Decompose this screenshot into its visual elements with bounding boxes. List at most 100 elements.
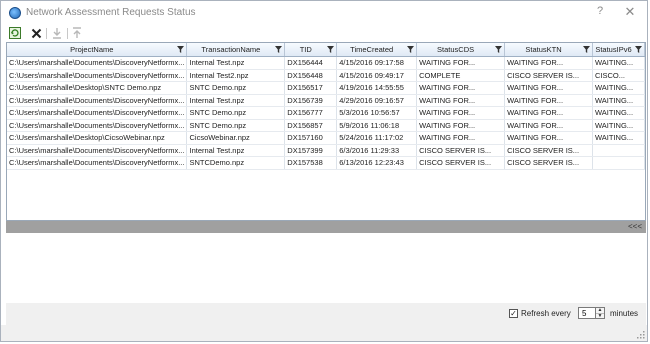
column-header-tid[interactable]: TID — [284, 43, 338, 57]
table-row[interactable]: C:\Users\marshalle\Documents\DiscoveryNe… — [7, 106, 645, 120]
network-globe-icon — [9, 7, 21, 19]
cell-tid: DX156517 — [284, 81, 338, 95]
cell-statuscds: CISCO SERVER IS... — [416, 144, 506, 157]
cell-statusipv6: CISCO... — [592, 69, 645, 82]
cell-transactionname: SNTC Demo.npz — [186, 119, 286, 132]
cell-transactionname: Internal Test.npz — [186, 94, 286, 107]
detail-panel — [6, 233, 646, 303]
cell-projectname: C:\Users\marshalle\Documents\DiscoveryNe… — [7, 156, 188, 170]
filter-icon[interactable] — [407, 46, 415, 53]
cell-tid: DX156739 — [284, 94, 338, 107]
column-header-statusipv6[interactable]: StatusIPv6 — [592, 43, 645, 57]
cell-statuscds: WAITING FOR... — [416, 119, 506, 132]
resize-grip-icon[interactable] — [637, 331, 645, 339]
cell-timecreated: 4/19/2016 14:55:55 — [336, 81, 418, 95]
cell-timecreated: 6/3/2016 11:29:33 — [336, 144, 418, 157]
status-strip — [1, 325, 647, 341]
cell-statuscds: WAITING FOR... — [416, 106, 506, 120]
cell-tid: DX157399 — [284, 144, 338, 157]
filter-icon[interactable] — [495, 46, 503, 53]
cell-timecreated: 5/3/2016 10:56:57 — [336, 106, 418, 120]
column-header-transactionname[interactable]: TransactionName — [186, 43, 286, 57]
cell-projectname: C:\Users\marshalle\Documents\DiscoveryNe… — [7, 94, 188, 107]
table-row[interactable]: C:\Users\marshalle\Documents\DiscoveryNe… — [7, 144, 645, 157]
cell-statuscds: WAITING FOR... — [416, 56, 506, 70]
table-row[interactable]: C:\Users\marshalle\Documents\DiscoveryNe… — [7, 69, 645, 82]
download-button[interactable] — [50, 26, 64, 40]
cell-statusipv6: WAITING... — [592, 106, 645, 120]
cell-projectname: C:\Users\marshalle\Desktop\SNTC Demo.npz — [7, 81, 188, 95]
table-row[interactable]: C:\Users\marshalle\Documents\DiscoveryNe… — [7, 56, 645, 70]
interval-stepper[interactable]: ▲ ▼ — [596, 307, 605, 319]
splitter-bar[interactable]: <<< — [6, 221, 646, 233]
cell-tid: DX157160 — [284, 131, 338, 145]
cell-projectname: C:\Users\marshalle\Documents\DiscoveryNe… — [7, 56, 188, 70]
cell-tid: DX156444 — [284, 56, 338, 70]
refresh-bar: ✓ Refresh every 5 ▲ ▼ minutes — [6, 303, 646, 325]
cell-statusktn: WAITING FOR... — [504, 131, 593, 145]
help-button[interactable]: ? — [593, 5, 607, 19]
cell-statusktn: WAITING FOR... — [504, 81, 593, 95]
cell-tid: DX156777 — [284, 106, 338, 120]
delete-button[interactable] — [29, 26, 43, 40]
cell-statusipv6 — [592, 156, 645, 170]
cell-tid: DX156857 — [284, 119, 338, 132]
column-header-projectname[interactable]: ProjectName — [7, 43, 188, 57]
cell-tid: DX157538 — [284, 156, 338, 170]
upload-button[interactable] — [70, 26, 84, 40]
toolbar — [1, 25, 647, 43]
filter-icon[interactable] — [582, 46, 590, 53]
cell-projectname: C:\Users\marshalle\Documents\DiscoveryNe… — [7, 106, 188, 120]
refresh-icon — [9, 27, 21, 39]
filter-icon[interactable] — [275, 46, 283, 53]
cell-timecreated: 4/29/2016 09:16:57 — [336, 94, 418, 107]
cell-timecreated: 5/9/2016 11:06:18 — [336, 119, 418, 132]
cell-statusipv6: WAITING... — [592, 81, 645, 95]
table-row[interactable]: C:\Users\marshalle\Documents\DiscoveryNe… — [7, 94, 645, 107]
close-button[interactable]: ✕ — [623, 4, 637, 19]
filter-icon[interactable] — [635, 46, 642, 53]
cell-statusipv6: WAITING... — [592, 94, 645, 107]
cell-projectname: C:\Users\marshalle\Desktop\CicsoWebinar.… — [7, 131, 188, 145]
cell-statusktn: CISCO SERVER IS... — [504, 156, 593, 170]
cell-statusktn: WAITING FOR... — [504, 56, 593, 70]
refresh-interval-input[interactable]: 5 — [578, 307, 596, 319]
title-bar: Network Assessment Requests Status ? ✕ — [1, 1, 647, 25]
table-header-row: ProjectName TransactionName TID TimeCrea… — [7, 43, 645, 57]
table-row[interactable]: C:\Users\marshalle\Documents\DiscoveryNe… — [7, 119, 645, 132]
cell-timecreated: 4/15/2016 09:49:17 — [336, 69, 418, 82]
filter-icon[interactable] — [177, 46, 185, 53]
cell-timecreated: 4/15/2016 09:17:58 — [336, 56, 418, 70]
delete-icon — [31, 28, 41, 38]
refresh-checkbox[interactable]: ✓ — [509, 309, 518, 318]
cell-transactionname: CicsoWebinar.npz — [186, 131, 286, 145]
column-header-statusktn[interactable]: StatusKTN — [504, 43, 593, 57]
window-title: Network Assessment Requests Status — [26, 7, 196, 18]
requests-grid: ProjectName TransactionName TID TimeCrea… — [6, 42, 646, 221]
cell-statusktn: WAITING FOR... — [504, 94, 593, 107]
cell-statusipv6: WAITING... — [592, 119, 645, 132]
cell-statusipv6: WAITING... — [592, 56, 645, 70]
cell-statuscds: WAITING FOR... — [416, 94, 506, 107]
cell-tid: DX156448 — [284, 69, 338, 82]
column-header-statuscds[interactable]: StatusCDS — [416, 43, 506, 57]
refresh-label: Refresh every — [521, 309, 571, 318]
stepper-down-icon[interactable]: ▼ — [596, 314, 604, 319]
cell-statusipv6: WAITING... — [592, 131, 645, 145]
cell-statuscds: WAITING FOR... — [416, 131, 506, 145]
cell-transactionname: SNTC Demo.npz — [186, 106, 286, 120]
cell-statusktn: CISCO SERVER IS... — [504, 144, 593, 157]
expand-panel-button[interactable]: <<< — [628, 222, 642, 231]
cell-statusktn: CISCO SERVER IS... — [504, 69, 593, 82]
cell-projectname: C:\Users\marshalle\Documents\DiscoveryNe… — [7, 69, 188, 82]
cell-transactionname: SNTC Demo.npz — [186, 81, 286, 95]
table-row[interactable]: C:\Users\marshalle\Documents\DiscoveryNe… — [7, 156, 645, 170]
table-row[interactable]: C:\Users\marshalle\Desktop\SNTC Demo.npz… — [7, 81, 645, 95]
table-row[interactable]: C:\Users\marshalle\Desktop\CicsoWebinar.… — [7, 131, 645, 145]
cell-statusktn: WAITING FOR... — [504, 119, 593, 132]
filter-icon[interactable] — [327, 46, 335, 53]
cell-statusktn: WAITING FOR... — [504, 106, 593, 120]
column-header-timecreated[interactable]: TimeCreated — [336, 43, 418, 57]
refresh-button[interactable] — [8, 26, 22, 40]
download-icon — [53, 28, 61, 39]
